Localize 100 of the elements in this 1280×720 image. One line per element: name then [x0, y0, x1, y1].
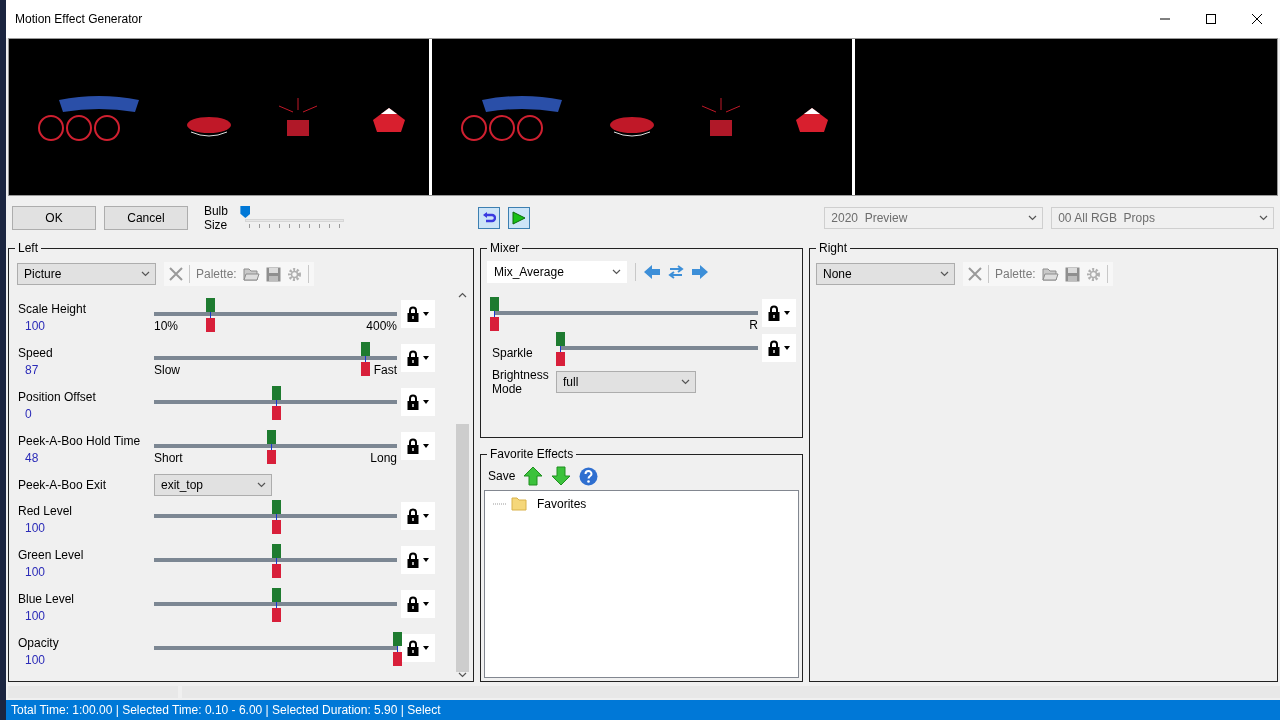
lock-menu-button[interactable] — [762, 334, 796, 362]
slider-thumb[interactable] — [266, 430, 276, 464]
chevron-down-icon — [681, 379, 690, 386]
slider-thumb[interactable] — [556, 332, 565, 366]
chevron-down-icon — [612, 269, 621, 275]
folder-icon — [511, 497, 527, 511]
slider-max-label: Long — [370, 451, 397, 465]
save-label[interactable]: Save — [488, 467, 516, 485]
palette-label: Palette: — [196, 266, 237, 283]
lock-menu-button[interactable] — [401, 432, 435, 460]
lock-icon — [768, 305, 780, 321]
swap-arrows-icon[interactable] — [668, 265, 684, 279]
setting-dropdown[interactable]: exit_top — [154, 474, 272, 496]
save-icon[interactable] — [1064, 266, 1080, 282]
caret-icon — [423, 312, 429, 316]
save-icon[interactable] — [265, 266, 281, 282]
setting-label: Opacity — [18, 635, 60, 652]
slider-thumb[interactable] — [271, 588, 281, 622]
slider-thumb[interactable] — [393, 632, 402, 666]
lock-icon — [407, 596, 419, 612]
slider-thumb[interactable] — [271, 386, 281, 420]
brightness-mode-label: Brightness Mode — [492, 368, 550, 397]
slider-max-label: 400% — [366, 319, 397, 333]
bulb-size-label: Bulb Size — [203, 203, 229, 233]
play-button[interactable] — [507, 207, 530, 229]
vertical-scrollbar[interactable] — [455, 292, 470, 678]
lock-menu-button[interactable] — [401, 546, 435, 574]
slider-thumb[interactable] — [490, 297, 499, 331]
scroll-up-icon — [458, 292, 467, 298]
chevron-down-icon — [257, 482, 266, 488]
caret-icon — [423, 400, 429, 404]
tree-line-icon — [493, 503, 507, 505]
caret-icon — [423, 444, 429, 448]
lock-icon — [407, 552, 419, 568]
down-arrow-icon[interactable] — [551, 466, 572, 486]
slider-min-label: Short — [154, 451, 183, 465]
chevron-down-icon — [1259, 215, 1268, 221]
loop-button[interactable] — [478, 207, 500, 229]
lock-icon — [407, 640, 419, 656]
caret-icon — [423, 646, 429, 650]
caret-icon — [423, 514, 429, 518]
lock-icon — [768, 340, 780, 356]
setting-value: 100 — [24, 520, 47, 536]
lock-menu-button[interactable] — [401, 634, 435, 662]
setting-value: 100 — [24, 564, 47, 580]
setting-value: 100 — [24, 608, 47, 624]
tree-item[interactable]: Favorites — [537, 495, 587, 513]
caret-icon — [784, 346, 790, 350]
x-icon[interactable] — [169, 267, 183, 281]
chevron-down-icon — [1028, 215, 1038, 221]
caret-icon — [423, 602, 429, 606]
lock-icon — [407, 394, 419, 410]
caret-icon — [784, 311, 790, 315]
lock-icon — [407, 508, 419, 524]
setting-value: 100 — [24, 318, 47, 334]
ok-button[interactable]: OK — [12, 206, 96, 230]
left-arrow-icon[interactable] — [644, 265, 660, 279]
lock-menu-button[interactable] — [401, 388, 435, 416]
lock-icon — [407, 350, 419, 366]
status-text: Total Time: 1:00.00 | Selected Time: 0.10 - 6.00 | Selected Duration: 5.90 | Select — [11, 702, 441, 719]
lock-menu-button[interactable] — [401, 590, 435, 618]
sparkle-label: Sparkle — [492, 345, 534, 362]
chevron-down-icon — [940, 271, 949, 277]
slider-min-label: 10% — [154, 319, 179, 333]
setting-label: Speed — [18, 345, 54, 362]
caret-icon — [423, 356, 429, 360]
lock-menu-button[interactable] — [401, 300, 435, 328]
up-arrow-icon[interactable] — [523, 466, 544, 486]
setting-value: 0 — [24, 406, 33, 422]
folder-icon[interactable] — [1041, 266, 1059, 282]
slider-thumb[interactable] — [271, 544, 281, 578]
cancel-button[interactable]: Cancel — [103, 206, 188, 230]
maximize-icon — [1206, 14, 1216, 24]
folder-icon[interactable] — [242, 266, 260, 282]
loop-arrows-icon — [481, 212, 496, 224]
slider-thumb[interactable] — [271, 500, 281, 534]
palette-label: Palette: — [995, 266, 1036, 283]
lock-menu-button[interactable] — [401, 502, 435, 530]
mix-mode-dropdown[interactable]: Mix_Average — [487, 261, 627, 283]
slider-max-label: Fast — [373, 363, 397, 377]
slider-thumb[interactable] — [361, 342, 371, 376]
effect-dropdown[interactable]: Picture — [17, 263, 156, 285]
effect-dropdown[interactable]: None — [816, 263, 955, 285]
setting-value: 100 — [24, 652, 47, 668]
right-arrow-icon[interactable] — [692, 265, 708, 279]
setting-label: Peek-A-Boo Exit — [18, 477, 108, 494]
setting-value: 87 — [24, 362, 40, 378]
window-title: Motion Effect Generator — [15, 11, 144, 28]
lock-menu-button[interactable] — [401, 344, 435, 372]
slider-thumb[interactable] — [240, 206, 251, 218]
setting-label: Red Level — [18, 503, 74, 520]
lock-menu-button[interactable] — [762, 299, 796, 327]
slider-thumb[interactable] — [205, 298, 215, 332]
help-icon[interactable] — [579, 466, 599, 486]
slider-min-label: Slow — [154, 363, 180, 377]
caret-icon — [423, 558, 429, 562]
x-icon[interactable] — [968, 267, 982, 281]
close-icon — [1252, 14, 1262, 24]
brightness-mode-dropdown[interactable]: full — [556, 371, 696, 394]
panel-title: Right — [816, 240, 850, 256]
